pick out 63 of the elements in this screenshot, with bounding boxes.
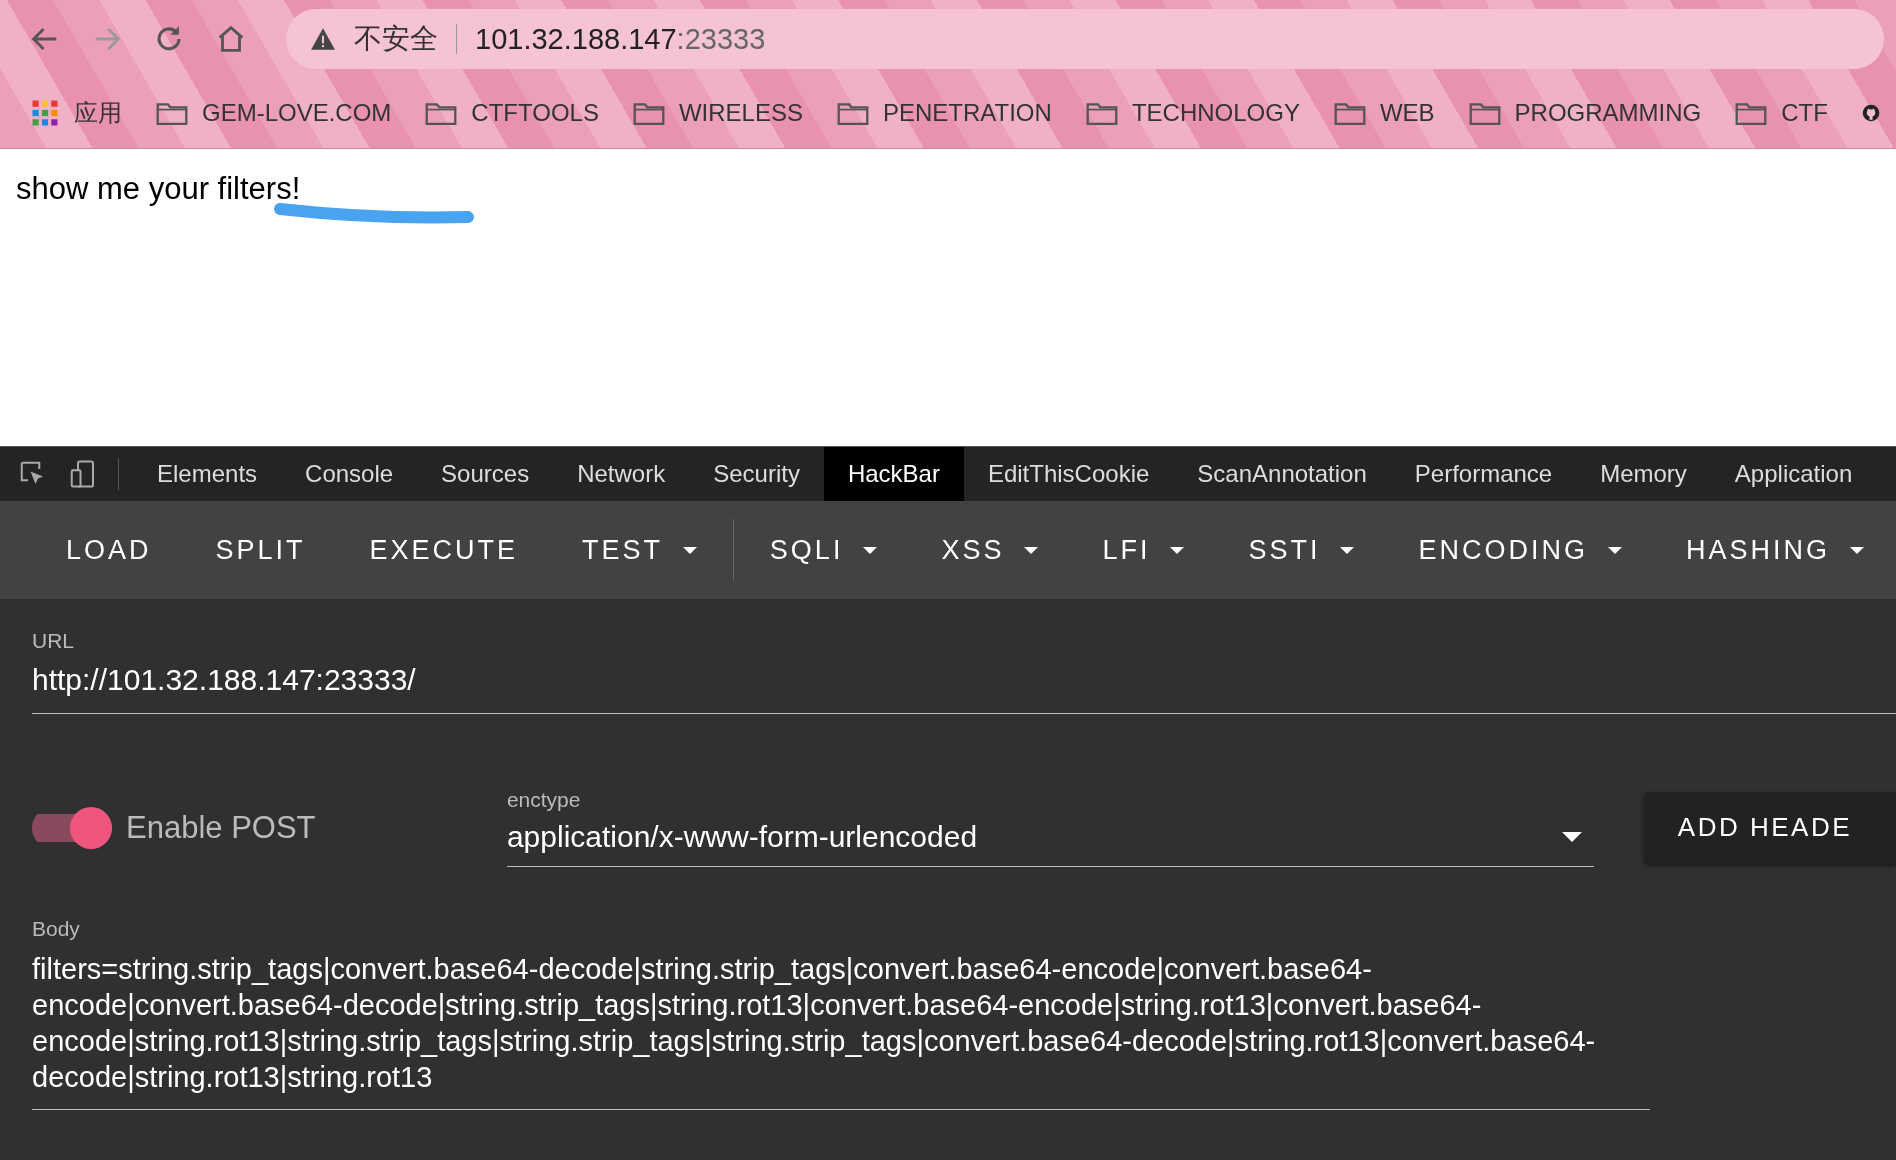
caret-icon — [1024, 546, 1039, 554]
bookmark-folder[interactable]: WIRELESS — [678, 99, 803, 127]
dropdown-caret-icon — [1561, 832, 1582, 842]
toolbar-menu-button[interactable]: TEST — [550, 522, 730, 578]
bookmark-folder[interactable]: TECHNOLOGY — [1131, 99, 1300, 127]
folder-icon[interactable] — [425, 100, 458, 126]
warning-icon — [310, 26, 336, 52]
security-label: 不安全 — [354, 22, 438, 56]
apps-grid-icon[interactable] — [30, 98, 60, 128]
url-field[interactable]: URL http://101.32.188.147:23333/ — [32, 629, 1896, 714]
caret-icon — [1850, 546, 1864, 554]
folder-icon[interactable] — [156, 100, 188, 126]
caret-icon — [1340, 546, 1355, 554]
toolbar-button[interactable]: EXECUTE — [337, 522, 551, 578]
caret-icon — [683, 546, 698, 554]
bookmark-link[interactable]: 应用 — [74, 97, 122, 129]
bookmark-folder[interactable]: GEM-LOVE.COM — [202, 99, 392, 127]
bookmark-folder[interactable]: CTFTOOLS — [471, 99, 599, 127]
toolbar-menu-button[interactable]: LFI — [1070, 522, 1217, 578]
address-bar[interactable]: 不安全 101.32.188.147:23333 — [286, 9, 1884, 69]
toolbar-menu-button[interactable]: XSS — [909, 522, 1071, 578]
add-header-button[interactable]: ADD HEADE — [1643, 791, 1896, 864]
folder-icon[interactable] — [1735, 100, 1768, 126]
folder-icon[interactable] — [1085, 100, 1118, 126]
devtools-tab[interactable]: Network — [553, 447, 690, 501]
address-host: 101.32.188.147 — [475, 22, 677, 56]
devtools-tab[interactable]: Console — [281, 447, 418, 501]
bookmark-folder[interactable]: PENETRATION — [882, 99, 1052, 127]
body-label: Body — [32, 917, 81, 941]
devtools-tab[interactable]: Application — [1710, 447, 1877, 501]
folder-icon[interactable] — [1333, 100, 1366, 126]
toolbar-menu-button[interactable]: SQLI — [737, 522, 910, 578]
caret-icon — [1607, 546, 1622, 554]
devtools-tab[interactable]: EditThisCookie — [963, 447, 1174, 501]
toolbar-button[interactable]: SPLIT — [183, 522, 338, 578]
devtools-tab[interactable]: ScanAnnotation — [1173, 447, 1391, 501]
folder-icon[interactable] — [836, 100, 869, 126]
enctype-value: application/x-www-form-urlencoded — [506, 820, 978, 854]
devtools-tab[interactable]: Security — [689, 447, 824, 501]
url-value: http://101.32.188.147:23333/ — [32, 663, 417, 697]
toolbar-button[interactable]: LOAD — [34, 522, 184, 578]
caret-icon — [863, 546, 878, 554]
bookmark-folder[interactable]: CTF — [1781, 99, 1828, 127]
devtools-tab[interactable]: Memory — [1576, 447, 1711, 501]
enctype-label: enctype — [506, 788, 582, 812]
post-toggle-label: Enable POST — [126, 809, 316, 846]
folder-icon[interactable] — [632, 100, 665, 126]
devtools-tab[interactable]: Elements — [133, 447, 282, 501]
address-port: :23333 — [676, 22, 766, 56]
toolbar-menu-button[interactable]: SSTI — [1216, 522, 1387, 578]
enctype-select[interactable]: enctype application/x-www-form-urlencoded — [506, 788, 1594, 867]
page-text: show me your filters! — [16, 171, 301, 207]
toolbar-menu-button[interactable]: HASHING — [1653, 522, 1896, 578]
toolbar-menu-button[interactable]: ENCODING — [1386, 522, 1654, 578]
devtools-tab[interactable]: Sources — [417, 447, 554, 501]
devtools-tab[interactable]: HackBar — [823, 447, 964, 501]
caret-icon — [1170, 546, 1185, 554]
devtools-tab[interactable]: Performance — [1390, 447, 1577, 501]
bookmark-folder[interactable]: PROGRAMMING — [1514, 99, 1702, 127]
bookmark-folder[interactable]: WEB — [1379, 99, 1435, 127]
url-label: URL — [32, 629, 75, 653]
folder-icon[interactable] — [1468, 100, 1501, 126]
body-value: filters=string.strip_tags|convert.base64-decode|string.strip_tags|convert.base64-encode|convert.base64-encode|convert.base64-decode|string.strip_tags|string.rot13|convert.base64-encode|string.rot13|convert.base64-encode|string.rot13|string.strip_tags|string.strip_tags|string.strip_tags|convert.base64-decode|string.rot13|convert.base64-decode|string.rot13|string.rot13 — [32, 952, 1597, 1095]
